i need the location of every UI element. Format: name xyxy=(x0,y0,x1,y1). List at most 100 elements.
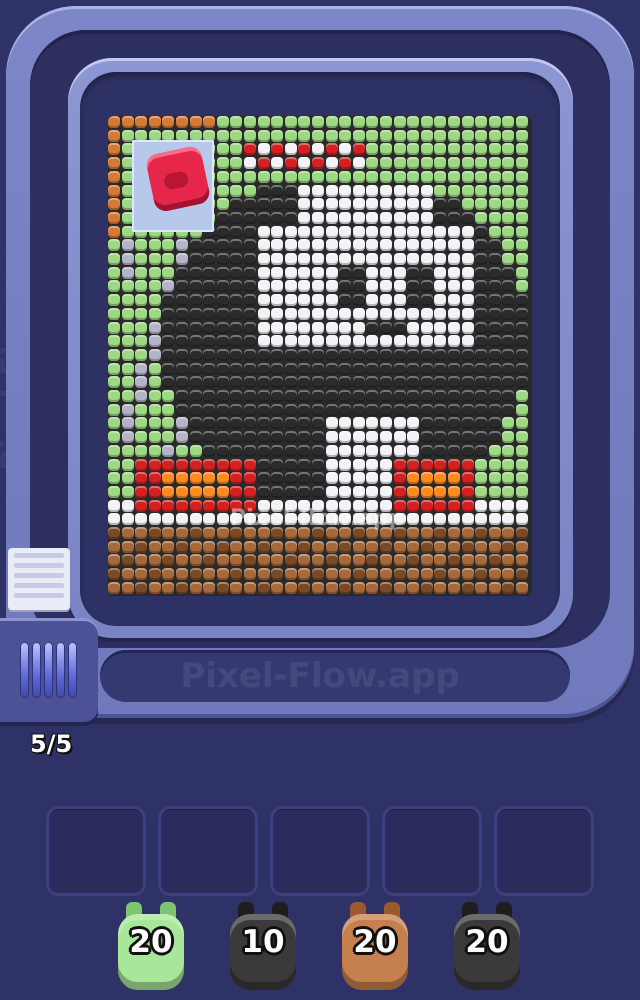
pixel-cell xyxy=(420,198,433,211)
pixel-cell xyxy=(189,403,202,416)
pixel-cell xyxy=(216,431,229,444)
pixel-cell xyxy=(461,225,474,238)
pixel-cell xyxy=(516,540,528,553)
pixel-cell xyxy=(352,444,365,457)
pixel-cell xyxy=(516,458,528,471)
pixel-cell xyxy=(352,472,365,485)
pixel-cell xyxy=(407,348,420,361)
pixel-cell xyxy=(135,280,148,293)
pixel-cell xyxy=(380,581,392,594)
pig-brown[interactable]: 20 xyxy=(338,900,412,996)
pixel-cell xyxy=(448,540,460,553)
pixel-cell xyxy=(475,458,488,471)
pixel-cell xyxy=(257,157,270,170)
pig-black[interactable]: 20 xyxy=(450,900,524,996)
pixel-cell xyxy=(135,513,148,526)
pixel-cell xyxy=(488,581,501,594)
pixel-cell xyxy=(298,444,311,457)
pixel-cell xyxy=(434,335,447,348)
pixel-cell xyxy=(189,417,202,430)
pixel-cell xyxy=(108,581,120,594)
pixel-cell xyxy=(230,348,243,361)
pixel-cell xyxy=(312,417,324,430)
pixel-cell xyxy=(380,129,392,142)
slot[interactable] xyxy=(158,806,258,896)
pig-black[interactable]: 10 xyxy=(226,900,300,996)
pixel-cell xyxy=(176,472,188,485)
pixel-cell xyxy=(216,472,229,485)
pixel-cell xyxy=(366,225,379,238)
slot[interactable] xyxy=(494,806,594,896)
pixel-cell xyxy=(502,170,515,183)
pixel-cell xyxy=(407,294,420,307)
pixel-cell xyxy=(244,157,256,170)
pixel-cell xyxy=(162,458,175,471)
pixel-cell xyxy=(284,266,297,279)
pixel-cell xyxy=(352,239,365,252)
pixel-cell xyxy=(257,170,270,183)
pixel-cell xyxy=(325,348,338,361)
pixel-cell xyxy=(135,335,148,348)
pixel-cell xyxy=(271,198,284,211)
pixel-cell xyxy=(108,390,120,402)
pixel-cell xyxy=(257,225,270,238)
pixel-cell xyxy=(216,143,229,156)
pixel-cell xyxy=(148,403,161,416)
pixel-cell xyxy=(148,376,161,389)
pixel-cell xyxy=(339,335,352,348)
pixel-cell xyxy=(325,431,338,444)
pixel-cell xyxy=(325,458,338,471)
pixel-cell xyxy=(271,239,284,252)
pixel-cell xyxy=(121,513,134,526)
pixel-cell xyxy=(434,184,447,197)
pixel-cell xyxy=(257,444,270,457)
pixel-cell xyxy=(380,472,392,485)
pixel-cell xyxy=(108,307,120,320)
pixel-cell xyxy=(393,266,406,279)
pixel-cell xyxy=(325,472,338,485)
pixel-cell xyxy=(284,472,297,485)
pixel-cell xyxy=(271,266,284,279)
pixel-cell xyxy=(244,143,256,156)
pixel-cell xyxy=(393,280,406,293)
red-pig-shooter[interactable] xyxy=(144,144,212,214)
slot[interactable] xyxy=(46,806,146,896)
pixel-cell xyxy=(393,390,406,402)
pixel-cell xyxy=(339,225,352,238)
pixel-cell xyxy=(461,444,474,457)
pixel-cell xyxy=(230,116,243,128)
pixel-cell xyxy=(380,198,392,211)
pixel-cell xyxy=(216,540,229,553)
pixel-cell xyxy=(448,581,460,594)
pixel-cell xyxy=(230,211,243,224)
pixel-cell xyxy=(284,294,297,307)
slot[interactable] xyxy=(382,806,482,896)
pixel-cell xyxy=(502,307,515,320)
pixel-cell xyxy=(108,253,120,265)
pixel-cell xyxy=(312,403,324,416)
pixel-cell xyxy=(448,568,460,581)
pixel-cell xyxy=(284,307,297,320)
pixel-cell xyxy=(339,266,352,279)
pixel-cell xyxy=(162,513,175,526)
pixel-cell xyxy=(189,568,202,581)
pixel-cell xyxy=(271,184,284,197)
pixel-cell xyxy=(135,403,148,416)
pixel-cell xyxy=(475,280,488,293)
pixel-cell xyxy=(448,170,460,183)
pixel-cell xyxy=(393,362,406,375)
pixel-cell xyxy=(325,390,338,402)
pixel-cell xyxy=(448,321,460,334)
pixel-cell xyxy=(448,129,460,142)
pixel-cell xyxy=(135,307,148,320)
pixel-cell xyxy=(352,568,365,581)
pixel-cell xyxy=(461,458,474,471)
pixel-cell xyxy=(352,403,365,416)
pixel-cell xyxy=(352,280,365,293)
slot[interactable] xyxy=(270,806,370,896)
pixel-cell xyxy=(407,499,420,512)
pig-green[interactable]: 20 xyxy=(114,900,188,996)
pixel-cell xyxy=(475,390,488,402)
pixel-cell xyxy=(475,376,488,389)
pixel-cell xyxy=(516,253,528,265)
